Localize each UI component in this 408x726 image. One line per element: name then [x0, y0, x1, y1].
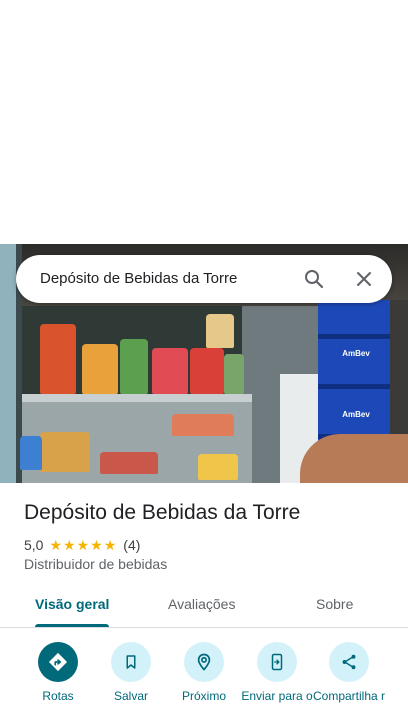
close-icon[interactable]	[352, 267, 376, 291]
nearby-icon[interactable]	[184, 642, 224, 682]
rating-value: 5,0	[24, 537, 44, 553]
photo-snacks	[100, 452, 158, 474]
photo-snacks	[20, 436, 42, 470]
map-area-blank	[0, 0, 408, 244]
nearby-button[interactable]: Próximo	[164, 640, 244, 703]
rating-stars: ★ ★ ★ ★ ★	[49, 538, 117, 552]
photo-jar	[82, 344, 118, 394]
directions-icon[interactable]	[38, 642, 78, 682]
save-button[interactable]: Salvar	[91, 640, 171, 703]
photo-crate-divider	[318, 334, 390, 339]
search-icon[interactable]	[302, 267, 326, 291]
photo-crate-divider	[318, 384, 390, 389]
directions-label: Rotas	[42, 689, 74, 703]
photo-crate-label: AmBev	[342, 349, 370, 358]
send-to-phone-icon[interactable]	[257, 642, 297, 682]
photo-crate-label: AmBev	[342, 410, 370, 419]
photo-jar	[224, 354, 244, 394]
tab-bar: Visão geral Avaliações Sobre	[0, 586, 408, 628]
photo-wall	[0, 244, 16, 483]
rating-row[interactable]: 5,0 ★ ★ ★ ★ ★ (4)	[24, 536, 140, 554]
share-button[interactable]: Compartilha r	[309, 640, 389, 703]
place-title: Depósito de Bebidas da Torre	[24, 501, 301, 524]
send-to-phone-label: Enviar para o	[241, 689, 313, 703]
star-icon: ★	[76, 537, 90, 553]
tab-reviews[interactable]: Avaliações	[168, 596, 235, 612]
review-count: (4)	[123, 537, 141, 553]
search-query[interactable]: Depósito de Bebidas da Torre	[40, 270, 237, 287]
tab-active-indicator	[35, 624, 109, 627]
share-label: Compartilha r	[312, 689, 386, 703]
star-icon: ★	[103, 537, 117, 553]
send-to-phone-button[interactable]: Enviar para o	[237, 640, 317, 703]
save-label: Salvar	[113, 689, 148, 703]
photo-jar	[190, 348, 224, 394]
tab-overview[interactable]: Visão geral	[35, 596, 109, 612]
photo-shelf	[22, 394, 252, 402]
photo-jar	[152, 348, 188, 394]
search-bar[interactable]: Depósito de Bebidas da Torre	[16, 255, 392, 303]
photo-snacks	[40, 432, 90, 472]
photo-snacks	[172, 414, 234, 436]
directions-button[interactable]: Rotas	[18, 640, 98, 703]
action-bar: Rotas Salvar Próximo Enviar para o Compa…	[0, 640, 408, 726]
star-icon: ★	[90, 537, 103, 553]
photo-jar	[120, 339, 148, 394]
photo-snacks	[198, 454, 238, 480]
photo-sack	[300, 434, 408, 483]
star-icon: ★	[49, 537, 63, 553]
tab-about[interactable]: Sobre	[316, 596, 353, 612]
photo-jar	[40, 324, 76, 394]
share-icon[interactable]	[329, 642, 369, 682]
bookmark-icon[interactable]	[111, 642, 151, 682]
photo-jar	[206, 314, 234, 348]
nearby-label: Próximo	[181, 689, 226, 703]
star-icon: ★	[63, 537, 76, 553]
place-category: Distribuidor de bebidas	[24, 556, 168, 572]
